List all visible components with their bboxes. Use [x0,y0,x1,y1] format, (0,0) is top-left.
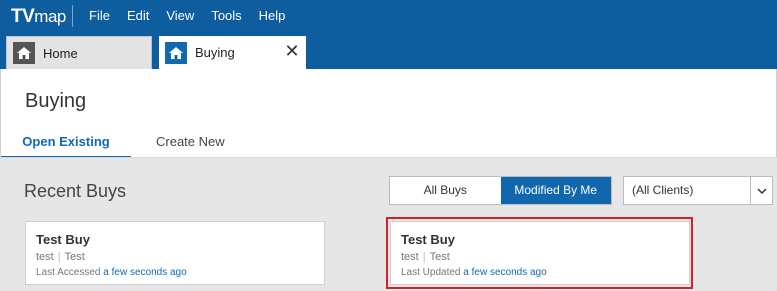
tab-home[interactable]: Home [6,36,152,69]
page-header: Buying Open Existing Create New [0,69,777,158]
meta-separator: | [57,251,61,263]
menu-edit[interactable]: Edit [118,6,157,26]
menu-bar: File Edit View Tools Help [80,6,293,26]
close-icon[interactable]: ✕ [284,42,300,60]
buy-card-meta-a: test [36,251,54,263]
tab-buying[interactable]: Buying ✕ [159,36,306,69]
logo-map: map [34,7,66,26]
highlight-box [386,217,693,289]
tab-buying-label: Buying [195,45,235,60]
buy-card-time: Last Accessed a few seconds ago [36,267,187,278]
chevron-down-icon[interactable] [750,177,772,204]
client-select[interactable]: (All Clients) [623,176,773,205]
all-buys-button[interactable]: All Buys [390,177,501,204]
menu-help[interactable]: Help [250,6,294,26]
menu-file[interactable]: File [80,6,118,26]
buy-card[interactable]: Test Buy test | Test Last Accessed a few s… [25,221,325,285]
modified-by-me-button[interactable]: Modified By Me [500,177,611,204]
buy-card-meta: test | Test [36,251,85,263]
tab-open-existing[interactable]: Open Existing [1,134,131,158]
buy-card-time-label: Last Accessed [36,267,101,278]
client-select-value: (All Clients) [632,183,694,197]
menu-tools[interactable]: Tools [202,6,249,26]
menu-view[interactable]: View [157,6,202,26]
title-bar: TVmap File Edit View Tools Help Home Buy… [0,0,777,69]
tab-create-new[interactable]: Create New [156,134,225,158]
buy-card-time-value: a few seconds ago [103,267,187,278]
buys-filter-toggle: All Buys Modified By Me [389,176,612,205]
buy-card-name: Test Buy [36,232,90,247]
header-divider [1,157,777,158]
buy-card-meta-b: Test [64,251,85,263]
home-icon [13,42,35,64]
home-icon [165,41,187,64]
page-title: Buying [25,90,87,112]
recent-buys-title: Recent Buys [24,181,127,201]
tab-home-label: Home [43,45,78,61]
logo-tv: TV [11,6,35,27]
title-divider [72,5,73,27]
app-logo: TVmap [11,5,66,29]
